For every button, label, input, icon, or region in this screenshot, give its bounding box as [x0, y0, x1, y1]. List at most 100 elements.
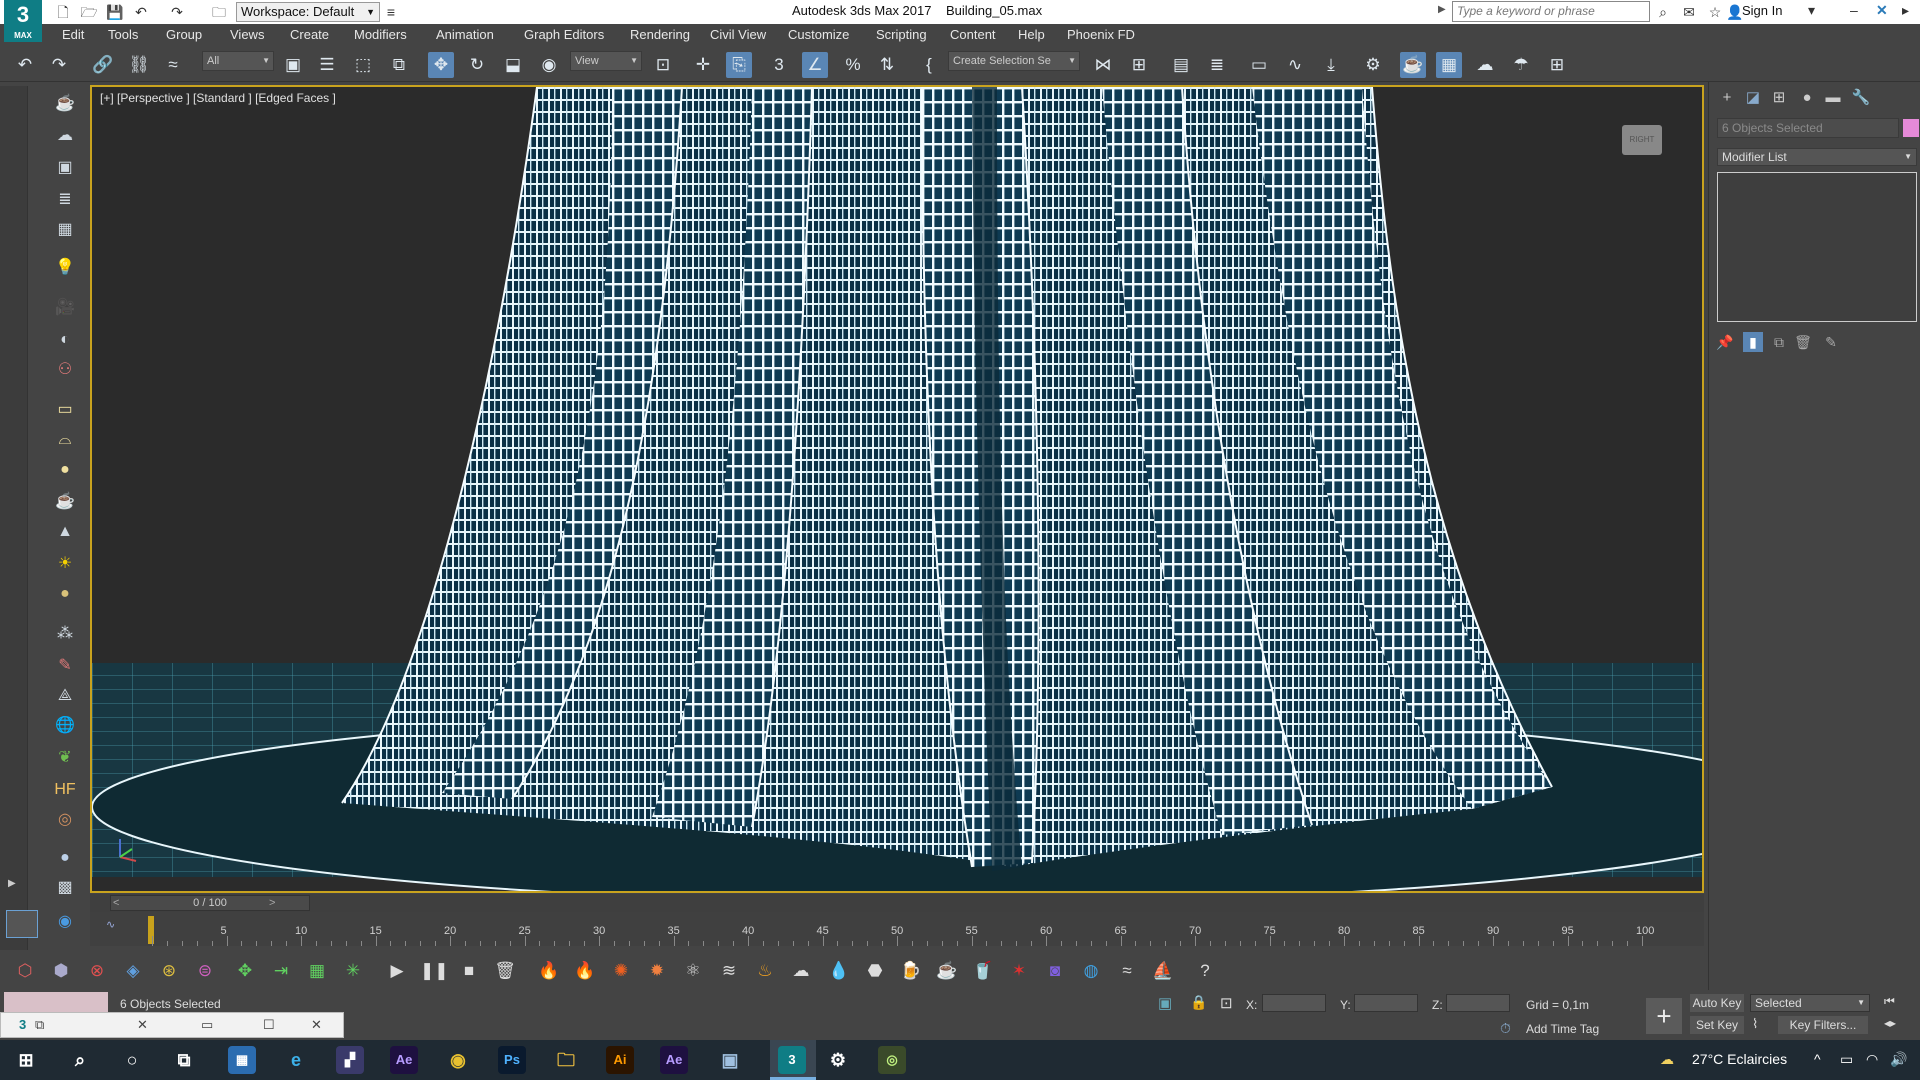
search-icon[interactable]: ⌕	[66, 1046, 94, 1074]
premiere-icon[interactable]: ▞	[336, 1046, 364, 1074]
create-helper-icon[interactable]: ◐	[52, 328, 78, 352]
delete-cache-icon[interactable]: 🗑	[492, 958, 518, 984]
workspace-dropdown[interactable]: Workspace: Default ▼	[236, 2, 380, 22]
time-prev-button[interactable]: <	[113, 896, 119, 910]
render-in-cloud-icon[interactable]: ⊞	[1544, 52, 1570, 78]
window-restore-icon[interactable]: ⧉	[35, 1017, 44, 1033]
unlink-icon[interactable]: ⛓	[126, 52, 152, 78]
file-explorer-icon[interactable]: 🗀	[552, 1046, 580, 1074]
pivot-center-icon[interactable]: ⊡	[650, 52, 676, 78]
binoculars-icon[interactable]: ⌕	[1654, 3, 1672, 21]
photos-icon[interactable]: ▣	[716, 1046, 744, 1074]
weather-icon[interactable]: ☁	[1660, 1051, 1674, 1068]
capsule-icon[interactable]: ⊜	[192, 958, 218, 984]
create-scatter-icon[interactable]: ⁂	[52, 622, 78, 646]
create-grid-icon[interactable]: ▦	[52, 218, 78, 242]
time-tag-icon[interactable]: ⏱	[1500, 1020, 1511, 1037]
menu-customize[interactable]: Customize	[788, 27, 849, 42]
create-image-icon[interactable]: ▣	[52, 156, 78, 180]
menu-content[interactable]: Content	[950, 27, 996, 42]
menu-phoenix-fd[interactable]: Phoenix FD	[1067, 27, 1135, 42]
quick-access-menu-icon[interactable]: ≡	[382, 3, 400, 21]
motion-tab-icon[interactable]: ●	[1795, 86, 1819, 110]
ocean-icon[interactable]: ◍	[1078, 958, 1104, 984]
maxscript-listener-swatch[interactable]	[4, 992, 108, 1014]
after-effects-icon[interactable]: Ae	[390, 1046, 418, 1074]
create-texture-icon[interactable]: ◎	[52, 808, 78, 832]
battery-icon[interactable]: ▭	[1840, 1051, 1853, 1068]
create-list-icon[interactable]: ≣	[52, 188, 78, 212]
add-time-tag-button[interactable]: Add Time Tag	[1526, 1022, 1599, 1036]
selection-filter-dropdown[interactable]: All ▼	[202, 51, 274, 71]
object-name-field[interactable]: 6 Objects Selected	[1717, 118, 1899, 138]
key-filters-button[interactable]: Key Filters...	[1778, 1016, 1868, 1034]
create-teapot-icon[interactable]: ☕	[52, 92, 78, 116]
set-key-button[interactable]: Set Key	[1690, 1016, 1744, 1034]
modify-tab-icon[interactable]: ◪	[1741, 86, 1765, 110]
create-teapot-primitive-icon[interactable]: ☕	[52, 490, 78, 514]
spinner-snap-icon[interactable]: ⇅	[874, 52, 900, 78]
schematic-view-icon[interactable]: ⤓	[1318, 52, 1344, 78]
create-compound-icon[interactable]: ⟁	[52, 684, 78, 708]
modifier-list-dropdown[interactable]: Modifier List ▼	[1717, 148, 1917, 166]
fireball-icon[interactable]: ✹	[644, 958, 670, 984]
cortana-icon[interactable]: ○	[118, 1046, 146, 1074]
calculator-icon[interactable]: ▦	[228, 1046, 256, 1074]
previous-key-icon[interactable]: ◂▸	[1884, 1016, 1896, 1030]
candle-icon[interactable]: ♨	[752, 958, 778, 984]
weather-text[interactable]: 27°C Eclaircies	[1692, 1051, 1787, 1067]
sign-in-chevron-icon[interactable]: ▾	[1808, 2, 1815, 19]
create-particle-icon[interactable]: ✎	[52, 654, 78, 678]
task-view-icon[interactable]: ⧉	[170, 1046, 198, 1074]
create-hair-fur-icon[interactable]: HF	[52, 778, 78, 802]
fire-icon[interactable]: 🔥	[572, 958, 598, 984]
favorites-star-icon[interactable]: ☆	[1706, 3, 1724, 21]
arrow-right-icon[interactable]: ⇥	[268, 958, 294, 984]
create-plant-icon[interactable]: ❦	[52, 746, 78, 770]
redo-icon[interactable]: ↷	[168, 3, 186, 21]
burst-icon[interactable]: ✳	[340, 958, 366, 984]
volume-icon[interactable]: 🔊	[1890, 1051, 1907, 1068]
foam-icon[interactable]: ⛵	[1150, 958, 1176, 984]
curve-editor-icon[interactable]: ∿	[1282, 52, 1308, 78]
create-geosphere-icon[interactable]: ●	[52, 582, 78, 606]
create-sun-icon[interactable]: ☀	[52, 552, 78, 576]
create-sphere-icon[interactable]: ●	[52, 458, 78, 482]
fire-source-icon[interactable]: 🔥	[536, 958, 562, 984]
fog-icon[interactable]: ☁	[788, 958, 814, 984]
menu-tools[interactable]: Tools	[108, 27, 138, 42]
redo-icon[interactable]: ↷	[46, 52, 72, 78]
z-coordinate-field[interactable]	[1446, 994, 1510, 1012]
create-cube-tool-icon[interactable]: ⬢	[48, 958, 74, 984]
close-icon[interactable]: ✕	[137, 1017, 148, 1033]
remove-modifier-icon[interactable]: 🗑	[1793, 332, 1813, 352]
wifi-icon[interactable]: ◠	[1866, 1051, 1878, 1068]
create-tab-icon[interactable]: +	[1715, 86, 1739, 110]
utilities-tab-icon[interactable]: 🔧	[1849, 86, 1873, 110]
set-key-plus-button[interactable]: +	[1646, 998, 1682, 1034]
viewcube[interactable]: RIGHT	[1622, 125, 1662, 155]
menu-animation[interactable]: Animation	[436, 27, 494, 42]
edit-named-selection-icon[interactable]: {	[916, 52, 942, 78]
search-expand-icon[interactable]: ▶	[1438, 4, 1446, 15]
select-and-move-icon[interactable]: ✥	[428, 52, 454, 78]
go-to-start-icon[interactable]: ⏮	[1884, 994, 1895, 1009]
menu-modifiers[interactable]: Modifiers	[354, 27, 407, 42]
window-thumbnail-icon[interactable]: ▭	[201, 1017, 213, 1033]
select-and-place-icon[interactable]: ◉	[536, 52, 562, 78]
3ds-max-taskbar-icon[interactable]: 3	[778, 1046, 806, 1074]
rendered-frame-window-icon[interactable]: ▦	[1436, 52, 1462, 78]
pause-icon[interactable]: ❚❚	[420, 958, 449, 984]
search-input[interactable]: Type a keyword or phrase	[1452, 1, 1650, 22]
time-next-button[interactable]: >	[269, 896, 275, 910]
mini-curve-editor-icon[interactable]: ∿	[106, 918, 115, 931]
pin-stack-icon[interactable]: 📌	[1715, 332, 1735, 352]
perspective-viewport[interactable]: [+] [Perspective ] [Standard ] [Edged Fa…	[90, 85, 1704, 893]
illustrator-icon[interactable]: Ai	[606, 1046, 634, 1074]
open-file-icon[interactable]: 🗁	[80, 3, 98, 21]
create-box-tool-icon[interactable]: ⬡	[12, 958, 38, 984]
fluid-source-icon[interactable]: ◈	[120, 958, 146, 984]
show-end-result-icon[interactable]: ▮	[1743, 332, 1763, 352]
menu-civil-view[interactable]: Civil View	[710, 27, 766, 42]
render-production-icon[interactable]: ☁	[1472, 52, 1498, 78]
